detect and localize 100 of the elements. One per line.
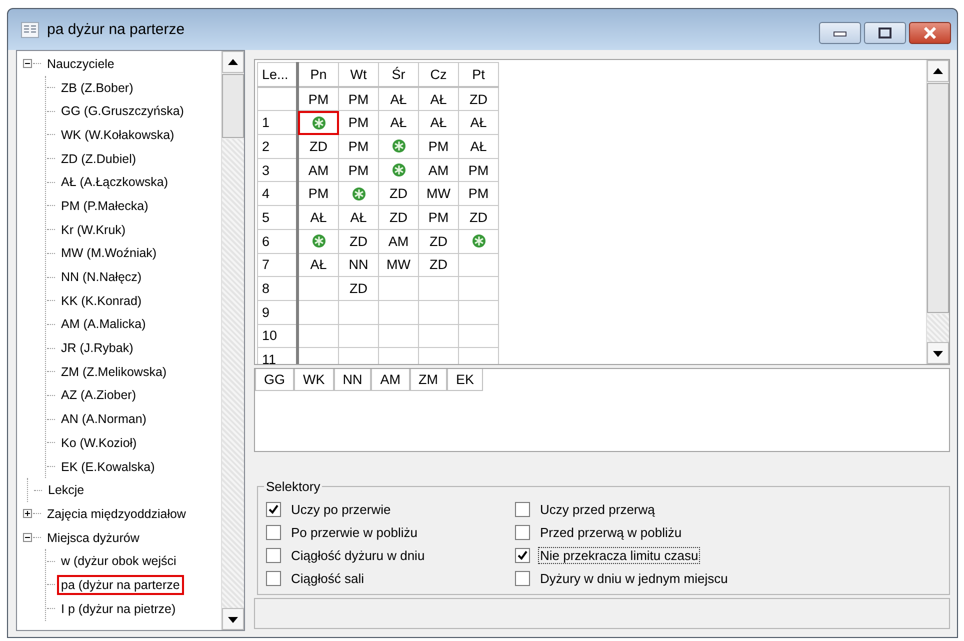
- table-cell[interactable]: ZD: [458, 86, 498, 111]
- table-cell[interactable]: AŁ: [418, 86, 458, 111]
- table-cell[interactable]: [298, 276, 338, 300]
- table-cell[interactable]: [338, 324, 378, 348]
- table-cell[interactable]: PM: [418, 134, 458, 158]
- table-cell[interactable]: PM: [338, 110, 378, 135]
- table-cell[interactable]: AM: [378, 229, 418, 253]
- table-cell[interactable]: [458, 276, 498, 300]
- table-cell[interactable]: [418, 276, 458, 300]
- table-cell[interactable]: [458, 229, 498, 253]
- table-cell[interactable]: [378, 134, 418, 158]
- checkbox[interactable]: [515, 548, 530, 563]
- table-cell[interactable]: [458, 324, 498, 348]
- table-cell[interactable]: [378, 158, 418, 182]
- table-cell[interactable]: [378, 300, 418, 324]
- teacher-chip[interactable]: WK: [294, 369, 334, 391]
- tree-item[interactable]: Lekcje: [44, 480, 88, 500]
- table-cell[interactable]: ZD: [458, 206, 498, 230]
- table-cell[interactable]: [338, 182, 378, 206]
- scroll-up-icon[interactable]: [222, 51, 244, 73]
- checkbox-label[interactable]: Ciągłość sali: [289, 570, 366, 587]
- table-cell[interactable]: PM: [298, 182, 338, 206]
- table-cell[interactable]: [298, 229, 338, 253]
- tree-item[interactable]: ZM (Z.Melikowska): [57, 362, 171, 382]
- table-cell[interactable]: [298, 324, 338, 348]
- table-cell[interactable]: ZD: [378, 206, 418, 230]
- table-cell[interactable]: MW: [378, 253, 418, 277]
- table-cell[interactable]: ZD: [338, 229, 378, 253]
- tree-item[interactable]: PM (P.Małecka): [57, 196, 152, 216]
- table-cell[interactable]: [458, 300, 498, 324]
- tree-item[interactable]: w (dyżur obok wejści: [57, 551, 180, 572]
- checkbox-label[interactable]: Uczy po przerwie: [289, 501, 393, 518]
- table-cell[interactable]: PM: [338, 158, 378, 182]
- teacher-chip[interactable]: EK: [447, 369, 484, 391]
- table-cell[interactable]: PM: [418, 206, 458, 230]
- maximize-button[interactable]: [864, 22, 906, 44]
- table-cell[interactable]: [298, 300, 338, 324]
- checkbox[interactable]: [515, 525, 530, 540]
- scroll-down-icon[interactable]: [222, 608, 244, 630]
- table-cell[interactable]: PM: [338, 134, 378, 158]
- teacher-chip[interactable]: ZM: [410, 369, 448, 391]
- tree-item[interactable]: MW (M.Woźniak): [57, 243, 161, 264]
- table-cell[interactable]: ZD: [378, 182, 418, 206]
- tree-item[interactable]: GG (G.Gruszczyńska): [57, 101, 188, 122]
- teacher-chip[interactable]: GG: [255, 369, 294, 391]
- checkbox[interactable]: [515, 571, 530, 586]
- table-cell[interactable]: [458, 253, 498, 277]
- table-cell[interactable]: AM: [418, 158, 458, 182]
- checkbox[interactable]: [266, 525, 281, 540]
- close-button[interactable]: [909, 22, 951, 44]
- table-cell[interactable]: PM: [458, 158, 498, 182]
- teacher-chip[interactable]: NN: [334, 369, 372, 391]
- table-cell[interactable]: [418, 324, 458, 348]
- tree-item[interactable]: KK (K.Konrad): [57, 290, 146, 311]
- teacher-chip[interactable]: AM: [371, 369, 410, 391]
- checkbox[interactable]: [266, 548, 281, 563]
- tree-item[interactable]: Miejsca dyżurów: [43, 528, 144, 548]
- minimize-button[interactable]: [819, 22, 861, 44]
- expand-icon[interactable]: [23, 509, 32, 518]
- table-cell[interactable]: [418, 300, 458, 324]
- table-cell[interactable]: ZD: [298, 134, 338, 158]
- table-cell[interactable]: [338, 300, 378, 324]
- checkbox-label[interactable]: Uczy przed przerwą: [538, 501, 657, 518]
- scrollbar[interactable]: [926, 60, 949, 364]
- table-cell[interactable]: AŁ: [418, 110, 458, 135]
- checkbox-label[interactable]: Po przerwie w pobliżu: [289, 524, 420, 541]
- scroll-up-icon[interactable]: [927, 60, 949, 82]
- table-cell[interactable]: AŁ: [298, 253, 338, 277]
- checkbox[interactable]: [515, 502, 530, 517]
- checkbox[interactable]: [266, 571, 281, 586]
- table-cell[interactable]: PM: [458, 182, 498, 206]
- tree-item[interactable]: AŁ (A.Łączkowska): [57, 172, 172, 192]
- table-cell[interactable]: ZD: [418, 253, 458, 277]
- table-cell[interactable]: MW: [418, 182, 458, 206]
- table-cell[interactable]: [298, 110, 338, 135]
- table-cell[interactable]: NN: [338, 253, 378, 277]
- tree-item[interactable]: Kr (W.Kruk): [57, 220, 130, 240]
- collapse-icon[interactable]: [23, 533, 32, 542]
- tree-item[interactable]: Zajęcia międzyoddziałow: [43, 504, 190, 524]
- table-cell[interactable]: AŁ: [458, 134, 498, 158]
- table-cell[interactable]: AŁ: [298, 206, 338, 230]
- table-cell[interactable]: PM: [338, 86, 378, 111]
- collapse-icon[interactable]: [23, 59, 32, 68]
- table-cell[interactable]: AŁ: [378, 86, 418, 111]
- tree-item[interactable]: WK (W.Kołakowska): [57, 124, 178, 145]
- tree-item[interactable]: AN (A.Norman): [57, 409, 150, 430]
- tree-item[interactable]: AM (A.Malicka): [57, 314, 150, 334]
- checkbox-label[interactable]: Ciągłość dyżuru w dniu: [289, 547, 427, 564]
- checkbox[interactable]: [266, 502, 281, 517]
- scrollbar[interactable]: [221, 51, 244, 630]
- table-cell[interactable]: ZD: [418, 229, 458, 253]
- checkbox-label[interactable]: Przed przerwą w pobliżu: [538, 524, 684, 541]
- tree-item[interactable]: NN (N.Nałęcz): [57, 267, 146, 288]
- scroll-thumb[interactable]: [927, 83, 949, 313]
- table-cell[interactable]: AŁ: [458, 110, 498, 135]
- tree-item[interactable]: ZD (Z.Dubiel): [57, 148, 140, 169]
- tree-item[interactable]: I p (dyżur na pietrze): [57, 598, 180, 619]
- table-cell[interactable]: AŁ: [338, 206, 378, 230]
- table-cell[interactable]: [378, 276, 418, 300]
- tree-item[interactable]: EK (E.Kowalska): [57, 456, 159, 477]
